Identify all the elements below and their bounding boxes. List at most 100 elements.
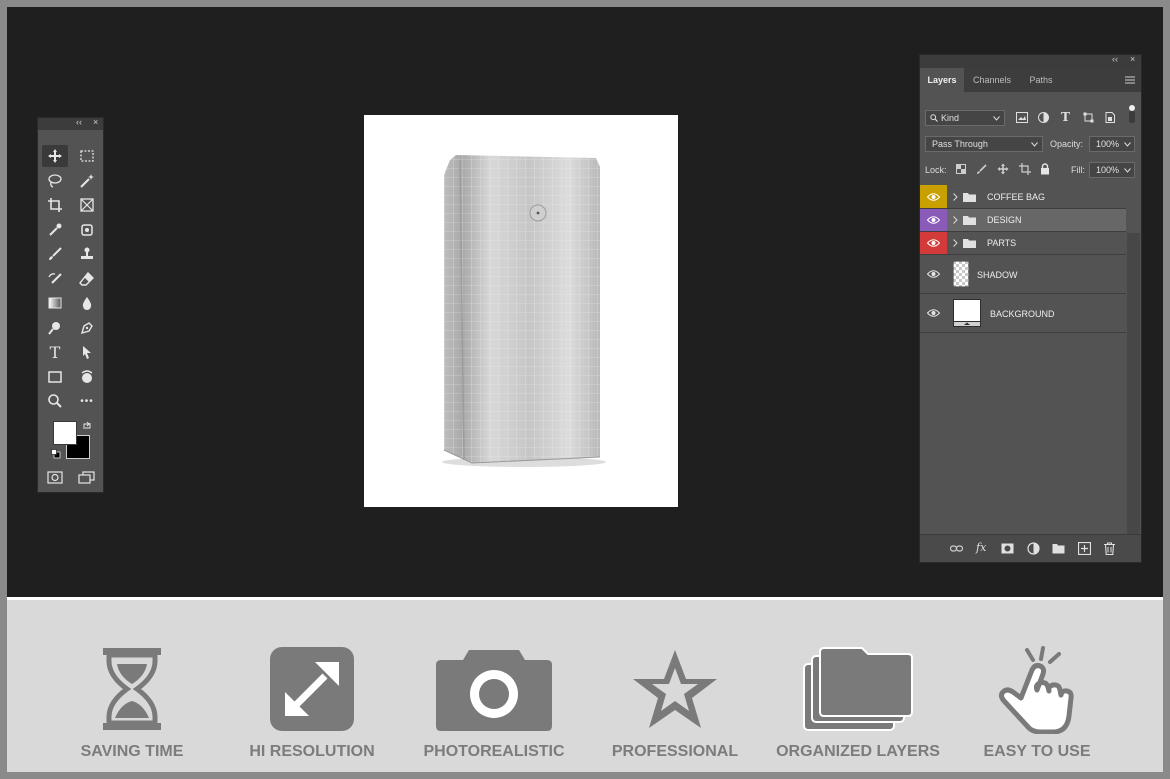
rectangle-tool-icon[interactable] bbox=[42, 366, 68, 388]
frame-tool-icon[interactable] bbox=[74, 194, 100, 216]
feature-label: PROFESSIONAL bbox=[611, 743, 739, 760]
screenshot-frame: ‹‹ × T ••• ‹‹ × Layers Channels Paths Ki… bbox=[7, 7, 1163, 772]
eraser-tool-icon[interactable] bbox=[74, 268, 100, 290]
layer-effects-icon[interactable]: fx bbox=[976, 541, 986, 554]
visibility-toggle[interactable] bbox=[920, 255, 947, 293]
chevron-down-icon bbox=[1031, 142, 1038, 147]
chevron-right-icon[interactable] bbox=[953, 216, 958, 224]
layer-row-parts[interactable]: PARTS bbox=[920, 232, 1126, 255]
eye-icon bbox=[927, 270, 940, 278]
close-icon[interactable]: × bbox=[1130, 54, 1135, 64]
brush-tool-icon[interactable] bbox=[42, 243, 68, 265]
lasso-tool-icon[interactable] bbox=[42, 170, 68, 192]
filter-smart-objects-icon[interactable] bbox=[1105, 112, 1115, 123]
tab-channels[interactable]: Channels bbox=[966, 68, 1018, 92]
new-layer-icon[interactable] bbox=[1078, 542, 1091, 555]
folder-icon bbox=[963, 193, 976, 202]
feature-organized-layers: ORGANIZED LAYERS bbox=[763, 600, 953, 772]
visibility-toggle[interactable] bbox=[920, 232, 947, 254]
layer-row-shadow[interactable]: SHADOW bbox=[920, 255, 1126, 294]
blur-tool-icon[interactable] bbox=[74, 292, 100, 314]
default-colors-icon[interactable] bbox=[51, 449, 61, 459]
layers-scrollbar[interactable] bbox=[1127, 233, 1140, 538]
document-canvas[interactable] bbox=[364, 115, 678, 507]
visibility-toggle[interactable] bbox=[920, 209, 947, 231]
move-tool-icon[interactable] bbox=[42, 145, 68, 167]
layers-panel: ‹‹ × Layers Channels Paths Kind T Pass T… bbox=[919, 54, 1142, 563]
patch-tool-icon[interactable] bbox=[74, 219, 100, 241]
tab-paths[interactable]: Paths bbox=[1020, 68, 1062, 92]
lock-artboard-icon[interactable] bbox=[1019, 163, 1031, 175]
layer-name: BACKGROUND bbox=[990, 309, 1055, 319]
feature-label: HI RESOLUTION bbox=[249, 743, 375, 760]
layer-name: COFFEE BAG bbox=[987, 192, 1046, 202]
chevron-down-icon bbox=[1124, 142, 1131, 147]
adjustment-layer-icon[interactable] bbox=[1027, 542, 1040, 555]
expand-arrows-icon bbox=[270, 647, 354, 731]
magic-wand-tool-icon[interactable] bbox=[74, 170, 100, 192]
chevron-right-icon[interactable] bbox=[953, 239, 958, 247]
lock-transparent-pixels-icon[interactable] bbox=[956, 164, 966, 174]
filter-type-layers-icon[interactable]: T bbox=[1061, 110, 1070, 124]
pen-tool-icon[interactable] bbox=[74, 317, 100, 339]
chevron-down-icon bbox=[993, 116, 1000, 121]
folder-icon bbox=[963, 216, 976, 225]
fill-input[interactable]: 100% bbox=[1089, 162, 1135, 178]
layer-name: SHADOW bbox=[977, 270, 1018, 280]
swap-colors-icon[interactable] bbox=[82, 421, 92, 431]
chevron-right-icon[interactable] bbox=[953, 193, 958, 201]
stacked-folders-icon bbox=[803, 647, 913, 731]
filter-adjustment-layers-icon[interactable] bbox=[1038, 112, 1049, 123]
layers-panel-tabs: Layers Channels Paths bbox=[920, 68, 1141, 92]
eye-icon bbox=[927, 309, 940, 317]
lock-all-icon[interactable] bbox=[1040, 163, 1050, 175]
lock-position-icon[interactable] bbox=[997, 163, 1009, 175]
panel-menu-icon[interactable] bbox=[1125, 76, 1135, 84]
layer-row-coffee-bag[interactable]: COFFEE BAG bbox=[920, 185, 1126, 209]
visibility-toggle[interactable] bbox=[920, 294, 947, 332]
crop-tool-icon[interactable] bbox=[42, 194, 68, 216]
tools-panel-titlebar[interactable]: ‹‹ × bbox=[38, 117, 103, 130]
filter-pixel-layers-icon[interactable] bbox=[1016, 112, 1028, 123]
add-mask-icon[interactable] bbox=[1001, 542, 1014, 555]
more-tools-icon[interactable]: ••• bbox=[74, 390, 100, 412]
lock-image-pixels-icon[interactable] bbox=[976, 164, 987, 175]
search-icon bbox=[930, 114, 938, 122]
layer-thumbnail-transparent bbox=[953, 261, 969, 287]
filter-shape-layers-icon[interactable] bbox=[1083, 112, 1094, 123]
history-brush-tool-icon[interactable] bbox=[42, 268, 68, 290]
layer-row-design[interactable]: DESIGN bbox=[920, 209, 1126, 232]
eye-icon bbox=[927, 192, 940, 201]
type-tool-icon[interactable]: T bbox=[42, 341, 68, 363]
eyedropper-tool-icon[interactable] bbox=[42, 219, 68, 241]
screen-mode-icon[interactable] bbox=[78, 471, 95, 484]
foreground-color-swatch[interactable] bbox=[53, 421, 77, 445]
feature-label: ORGANIZED LAYERS bbox=[776, 743, 940, 760]
lock-label: Lock: bbox=[925, 165, 947, 175]
quick-mask-icon[interactable] bbox=[47, 471, 63, 484]
blend-mode-select[interactable]: Pass Through bbox=[925, 136, 1043, 152]
marquee-tool-icon[interactable] bbox=[74, 145, 100, 167]
collapse-icon[interactable]: ‹‹ bbox=[1112, 54, 1118, 64]
link-layers-icon[interactable] bbox=[950, 542, 963, 555]
close-icon[interactable]: × bbox=[93, 117, 98, 127]
layer-row-background[interactable]: BACKGROUND bbox=[920, 294, 1126, 333]
delete-layer-icon[interactable] bbox=[1103, 542, 1116, 555]
path-selection-tool-icon[interactable] bbox=[74, 341, 100, 363]
new-group-icon[interactable] bbox=[1052, 542, 1065, 555]
opacity-input[interactable]: 100% bbox=[1089, 136, 1135, 152]
features-band: SAVING TIME HI RESOLUTION PHOTOREALISTIC bbox=[7, 600, 1163, 772]
stamp-tool-icon[interactable] bbox=[74, 243, 100, 265]
filter-toggle-switch[interactable] bbox=[1128, 105, 1136, 123]
layer-filter-kind-select[interactable]: Kind bbox=[925, 110, 1005, 126]
visibility-toggle[interactable] bbox=[920, 185, 947, 208]
folder-icon bbox=[963, 239, 976, 248]
layers-panel-titlebar[interactable]: ‹‹ × bbox=[920, 54, 1141, 68]
collapse-icon[interactable]: ‹‹ bbox=[76, 117, 82, 127]
tab-layers[interactable]: Layers bbox=[920, 68, 964, 92]
rotate-view-tool-icon[interactable] bbox=[74, 366, 100, 388]
gradient-tool-icon[interactable] bbox=[42, 292, 68, 314]
zoom-tool-icon[interactable] bbox=[42, 390, 68, 412]
hourglass-icon bbox=[103, 648, 161, 730]
dodge-tool-icon[interactable] bbox=[42, 317, 68, 339]
